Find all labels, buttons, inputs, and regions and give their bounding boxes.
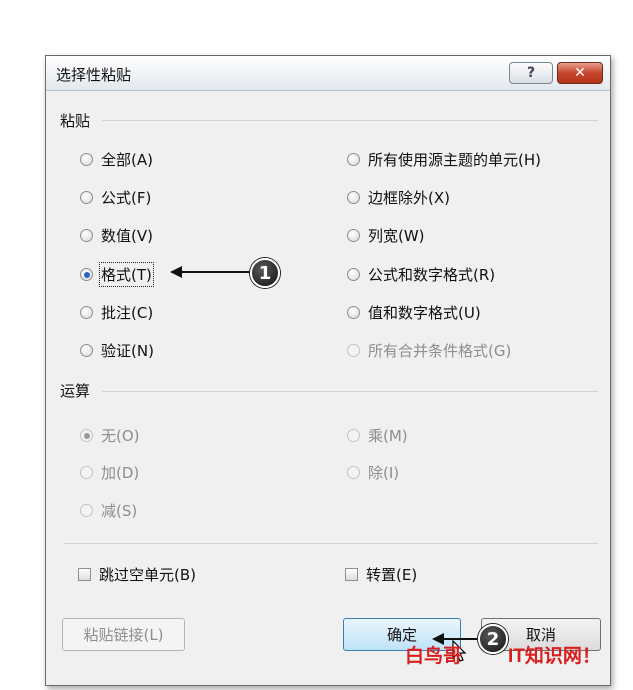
paste-link-button[interactable]: 粘贴链接(L) [62,618,185,651]
radio-button[interactable] [80,504,93,517]
operation-option-multiply[interactable]: 乘(M) [347,425,408,446]
paste-option-values-number-formats[interactable]: 值和数字格式(U) [347,302,481,323]
paste-option-validation[interactable]: 验证(N) [80,340,154,361]
callout-badge: 2 [478,624,508,654]
paste-option-formats[interactable]: 格式(T) [80,262,154,287]
watermark-right: IT知识网！ [508,646,601,667]
help-icon: ? [526,65,536,81]
checkbox[interactable] [78,568,91,581]
title-bar: 选择性粘贴 ? ✕ [46,56,610,91]
paste-option-formulas[interactable]: 公式(F) [80,187,151,208]
radio-button[interactable] [347,344,360,357]
radio-button-selected[interactable] [80,268,93,281]
radio-button[interactable] [347,466,360,479]
option-label: 公式(F) [101,189,152,207]
option-label: 公式和数字格式(R) [368,266,496,284]
radio-button[interactable] [80,191,93,204]
callout-arrow-line [180,271,252,273]
option-label: 除(I) [368,464,400,482]
paste-option-column-widths[interactable]: 列宽(W) [347,225,425,246]
option-label: 乘(M) [368,427,408,445]
operation-group-label: 运算 [60,382,91,400]
option-label: 列宽(W) [368,227,425,245]
radio-button[interactable] [347,153,360,166]
option-label: 全部(A) [101,151,153,169]
option-label: 验证(N) [101,342,154,360]
radio-button[interactable] [80,153,93,166]
checkbox[interactable] [345,568,358,581]
close-button[interactable]: ✕ [557,62,603,84]
help-button[interactable]: ? [509,62,553,84]
radio-button[interactable] [347,306,360,319]
checkbox-label: 转置(E) [366,566,418,584]
paste-group-label: 粘贴 [60,112,91,130]
paste-group-divider [102,120,598,121]
operation-option-add[interactable]: 加(D) [80,462,139,483]
skip-blanks-checkbox[interactable]: 跳过空单元(B) [78,564,196,585]
paste-option-formulas-number-formats[interactable]: 公式和数字格式(R) [347,264,495,285]
paste-option-source-theme[interactable]: 所有使用源主题的单元(H) [347,149,541,170]
radio-button[interactable] [80,229,93,242]
paste-option-all[interactable]: 全部(A) [80,149,153,170]
option-label: 值和数字格式(U) [368,304,481,322]
option-label: 所有合并条件格式(G) [368,342,512,360]
option-label: 所有使用源主题的单元(H) [368,151,541,169]
paste-special-dialog: 选择性粘贴 ? ✕ 粘贴 全部(A) 公式(F) 数值(V) 格式(T) 批注(… [45,55,611,686]
operation-option-subtract[interactable]: 减(S) [80,500,137,521]
radio-button[interactable] [80,466,93,479]
operation-option-divide[interactable]: 除(I) [347,462,399,483]
checkbox-separator [64,543,598,544]
operation-option-none[interactable]: 无(O) [80,425,140,446]
radio-button[interactable] [80,344,93,357]
radio-button[interactable] [80,306,93,319]
transpose-checkbox[interactable]: 转置(E) [345,564,417,585]
option-label: 批注(C) [101,304,154,322]
callout-badge: 1 [250,258,280,288]
paste-option-values[interactable]: 数值(V) [80,225,153,246]
operation-group-divider [102,391,598,392]
option-label: 格式(T) [99,262,154,287]
option-label: 无(O) [101,427,140,445]
checkbox-label: 跳过空单元(B) [99,566,196,584]
close-icon: ✕ [574,65,586,81]
radio-button[interactable] [347,268,360,281]
radio-button-selected[interactable] [80,429,93,442]
watermark-left: 白鸟哥 [405,646,463,667]
paste-option-no-borders[interactable]: 边框除外(X) [347,187,450,208]
paste-option-merge-conditional-formats[interactable]: 所有合并条件格式(G) [347,340,511,361]
radio-button[interactable] [347,229,360,242]
radio-button[interactable] [347,429,360,442]
radio-button[interactable] [347,191,360,204]
option-label: 边框除外(X) [368,189,450,207]
option-label: 数值(V) [101,227,153,245]
option-label: 加(D) [101,464,140,482]
option-label: 减(S) [101,502,138,520]
dialog-title: 选择性粘贴 [56,66,132,84]
paste-option-comments[interactable]: 批注(C) [80,302,153,323]
